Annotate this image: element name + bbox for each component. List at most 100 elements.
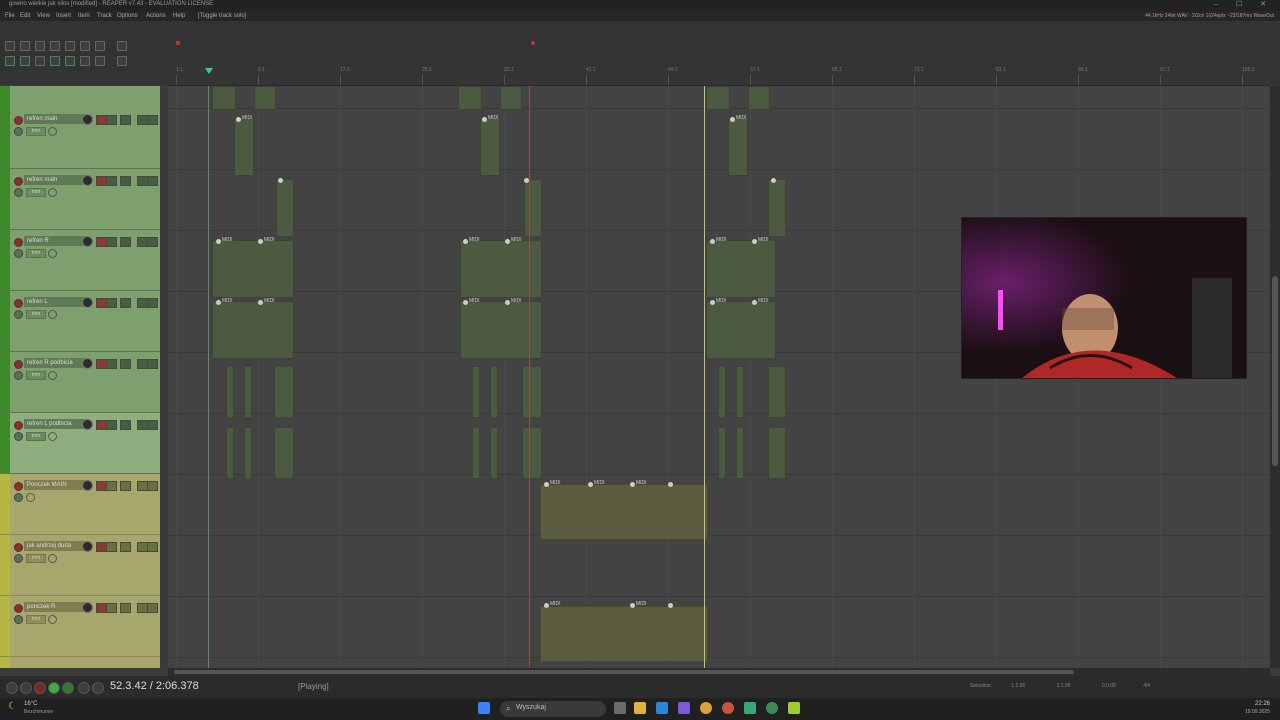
record-arm-button[interactable] <box>14 604 23 613</box>
midi-item[interactable] <box>276 179 294 237</box>
solo-button[interactable] <box>106 603 117 613</box>
track-name[interactable]: refren L podbicia <box>24 419 87 429</box>
track-name[interactable]: refren main <box>24 114 87 124</box>
menu-insert[interactable]: Insert <box>56 13 71 19</box>
trim-button[interactable]: trim <box>26 371 46 380</box>
phase-icon[interactable] <box>48 432 57 441</box>
fx-bypass-button[interactable] <box>147 237 158 247</box>
save-icon[interactable] <box>35 41 45 51</box>
fx-bypass-button[interactable] <box>147 420 158 430</box>
selection-length[interactable]: 0.0.00 <box>1102 683 1116 689</box>
volume-knob[interactable] <box>82 541 93 552</box>
midi-item[interactable] <box>728 118 748 176</box>
phase-icon[interactable] <box>48 249 57 258</box>
record-arm-button[interactable] <box>14 360 23 369</box>
track-row[interactable]: refren main trim <box>0 108 160 169</box>
midi-item[interactable] <box>748 86 770 110</box>
volume-knob[interactable] <box>82 419 93 430</box>
pan-knob[interactable] <box>14 188 23 197</box>
track-row[interactable] <box>0 657 160 668</box>
item-handle-icon[interactable] <box>752 239 757 244</box>
solo-button[interactable] <box>106 176 117 186</box>
trim-button[interactable]: trim <box>26 127 46 136</box>
link-icon[interactable] <box>20 56 30 66</box>
grid-icon[interactable] <box>5 41 15 51</box>
item-handle-icon[interactable] <box>668 482 673 487</box>
track-name[interactable]: refren main <box>24 175 87 185</box>
pan-knob[interactable] <box>14 371 23 380</box>
midi-item[interactable] <box>524 179 542 237</box>
midi-item[interactable] <box>234 118 254 176</box>
track-row[interactable]: refren L podbicia trim <box>0 413 160 474</box>
solo-button[interactable] <box>106 115 117 125</box>
go-to-end-icon[interactable] <box>20 682 32 694</box>
window-controls[interactable]: – ☐ ✕ <box>1214 0 1274 8</box>
track-name[interactable]: refren R <box>24 236 87 246</box>
obs-icon[interactable] <box>788 702 800 714</box>
midi-item[interactable] <box>472 366 480 418</box>
snap-icon[interactable] <box>20 41 30 51</box>
pan-knob[interactable] <box>14 554 23 563</box>
volume-knob[interactable] <box>82 602 93 613</box>
item-handle-icon[interactable] <box>544 603 549 608</box>
menu-actions[interactable]: Actions <box>146 13 166 19</box>
time-signature[interactable]: 4/4 <box>1143 683 1150 689</box>
midi-item[interactable] <box>706 240 776 298</box>
cursor-tool-icon[interactable] <box>117 56 127 66</box>
phase-icon[interactable] <box>48 127 57 136</box>
loop-icon[interactable] <box>80 56 90 66</box>
trim-button[interactable]: trim <box>26 310 46 319</box>
record-arm-button[interactable] <box>14 177 23 186</box>
routing-button[interactable] <box>120 420 131 430</box>
menu-help[interactable]: Help <box>173 13 185 19</box>
volume-knob[interactable] <box>82 297 93 308</box>
item-handle-icon[interactable] <box>258 300 263 305</box>
menu-view[interactable]: View <box>37 13 50 19</box>
ripple-icon[interactable] <box>5 56 15 66</box>
routing-button[interactable] <box>120 481 131 491</box>
trim-button[interactable]: trim <box>26 432 46 441</box>
track-name[interactable]: refren L <box>24 297 87 307</box>
record-arm-button[interactable] <box>14 299 23 308</box>
solo-button[interactable] <box>106 481 117 491</box>
midi-item[interactable] <box>540 606 708 662</box>
selection-end[interactable]: 1.1.00 <box>1057 683 1071 689</box>
scrollbar-thumb[interactable] <box>174 670 1074 674</box>
record-arm-button[interactable] <box>14 421 23 430</box>
midi-item[interactable] <box>718 427 726 479</box>
lock-icon[interactable] <box>95 41 105 51</box>
solo-button[interactable] <box>106 359 117 369</box>
trim-button[interactable]: trim <box>26 249 46 258</box>
phase-icon[interactable] <box>48 188 57 197</box>
midi-item[interactable] <box>212 86 236 110</box>
phase-icon[interactable] <box>26 493 35 502</box>
fx-bypass-button[interactable] <box>147 603 158 613</box>
routing-button[interactable] <box>120 542 131 552</box>
lock-toggle-icon[interactable] <box>95 56 105 66</box>
midi-item[interactable] <box>490 427 498 479</box>
item-handle-icon[interactable] <box>258 239 263 244</box>
menu-options[interactable]: Options <box>117 13 138 19</box>
volume-knob[interactable] <box>82 236 93 247</box>
midi-item[interactable] <box>490 366 498 418</box>
solo-button[interactable] <box>106 237 117 247</box>
solo-button[interactable] <box>106 420 117 430</box>
item-handle-icon[interactable] <box>278 178 283 183</box>
pan-knob[interactable] <box>14 615 23 624</box>
routing-button[interactable] <box>120 298 131 308</box>
vertical-scrollbar[interactable] <box>1270 86 1280 668</box>
item-handle-icon[interactable] <box>630 482 635 487</box>
midi-item[interactable] <box>226 366 234 418</box>
marker-icon[interactable] <box>531 41 535 45</box>
midi-item[interactable] <box>212 240 294 298</box>
midi-item[interactable] <box>718 366 726 418</box>
track-name[interactable]: Ponczek MAIN <box>24 480 87 490</box>
phase-icon[interactable] <box>48 371 57 380</box>
fx-bypass-button[interactable] <box>147 481 158 491</box>
pan-knob[interactable] <box>14 127 23 136</box>
pause-button[interactable] <box>92 682 104 694</box>
browser-icon[interactable] <box>722 702 734 714</box>
discord-icon[interactable] <box>678 702 690 714</box>
midi-item[interactable] <box>226 427 234 479</box>
track-name[interactable]: ponczek R <box>24 602 87 612</box>
